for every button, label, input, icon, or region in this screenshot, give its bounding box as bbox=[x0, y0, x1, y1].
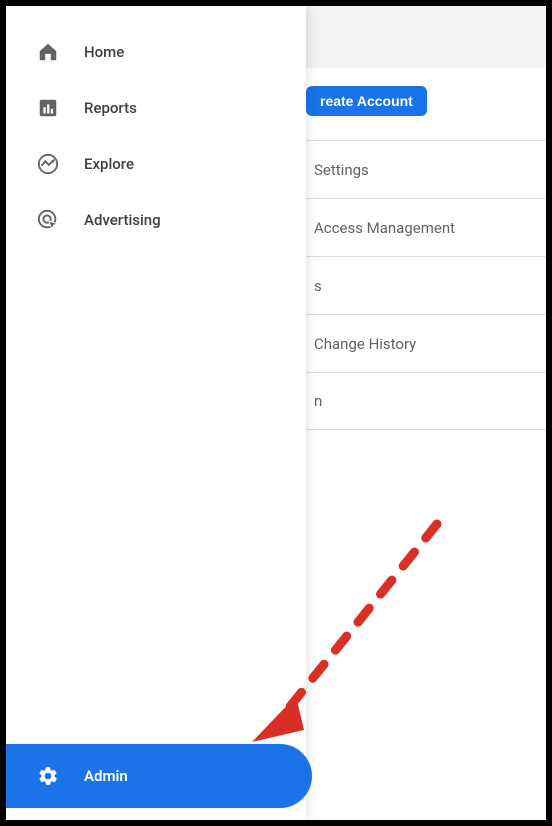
sidebar-item-label: Advertising bbox=[84, 211, 161, 229]
sidebar-item-label: Explore bbox=[84, 155, 134, 173]
sidebar-item-explore[interactable]: Explore bbox=[6, 136, 306, 192]
target-click-icon bbox=[36, 208, 60, 232]
list-item-partial-s[interactable]: s bbox=[306, 256, 546, 314]
explore-icon bbox=[36, 152, 60, 176]
sidebar-item-admin[interactable]: Admin bbox=[6, 744, 312, 808]
sidebar: Home Reports Explore Advertising Admin bbox=[6, 6, 306, 820]
create-account-button[interactable]: reate Account bbox=[306, 86, 427, 116]
sidebar-item-advertising[interactable]: Advertising bbox=[6, 192, 306, 248]
gear-icon bbox=[36, 764, 60, 788]
sidebar-item-reports[interactable]: Reports bbox=[6, 80, 306, 136]
list-item-change-history[interactable]: Change History bbox=[306, 314, 546, 372]
list-item-access-management[interactable]: Access Management bbox=[306, 198, 546, 256]
sidebar-item-label: Admin bbox=[84, 767, 128, 785]
list-item-settings[interactable]: Settings bbox=[306, 140, 546, 198]
sidebar-item-label: Home bbox=[84, 43, 124, 61]
sidebar-item-home[interactable]: Home bbox=[6, 24, 306, 80]
list-item-partial-n[interactable]: n bbox=[306, 372, 546, 430]
content-area: reate Account Settings Access Management… bbox=[306, 6, 546, 820]
header-bar bbox=[306, 6, 546, 68]
sidebar-item-label: Reports bbox=[84, 99, 137, 117]
bar-chart-icon bbox=[36, 96, 60, 120]
home-icon bbox=[36, 40, 60, 64]
content-body: reate Account Settings Access Management… bbox=[306, 68, 546, 430]
sidebar-nav: Home Reports Explore Advertising bbox=[6, 6, 306, 744]
